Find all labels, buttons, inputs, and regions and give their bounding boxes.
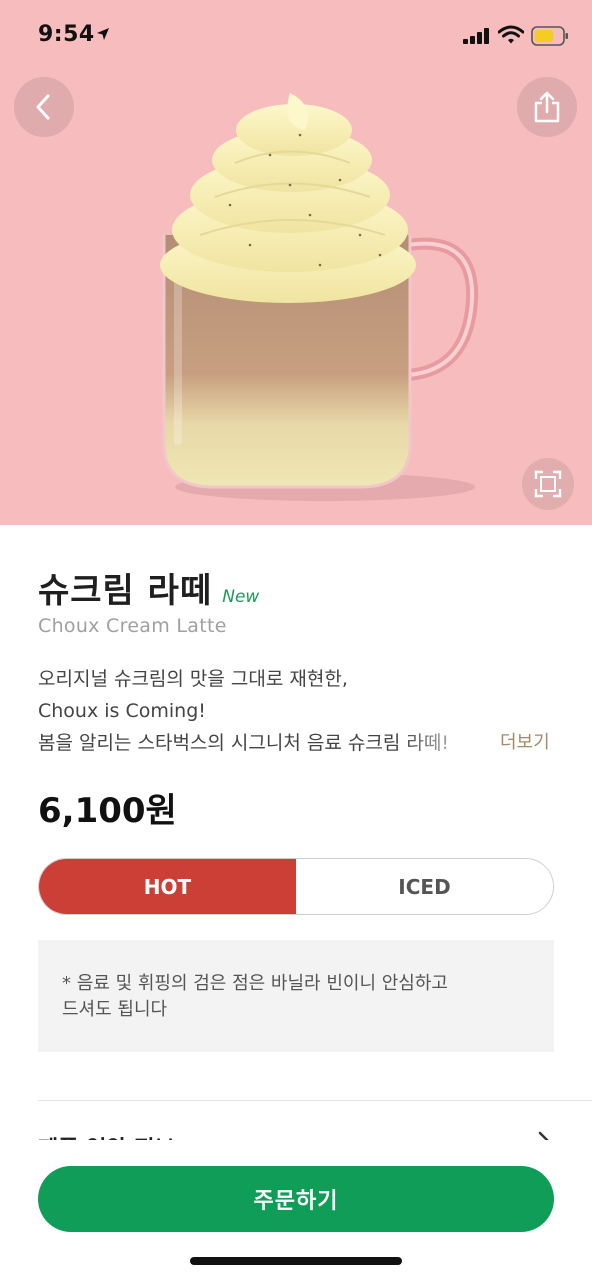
status-time: 9:54 xyxy=(38,22,95,47)
description-fade xyxy=(398,727,498,759)
bottom-bar: 주문하기 xyxy=(0,1140,592,1280)
hero-image-area: 9:54 xyxy=(0,0,592,525)
order-button[interactable]: 주문하기 xyxy=(38,1166,554,1232)
notice-line: * 음료 및 휘핑의 검은 점은 바닐라 빈이니 안심하고 xyxy=(62,973,448,994)
description-line: Choux is Coming! xyxy=(38,700,206,722)
notice-box: * 음료 및 휘핑의 검은 점은 바닐라 빈이니 안심하고 드셔도 됩니다 xyxy=(38,940,554,1052)
product-price: 6,100원 xyxy=(38,791,177,831)
battery-icon xyxy=(531,26,568,46)
zoom-icon xyxy=(534,470,562,498)
wifi-icon xyxy=(498,25,524,44)
share-button[interactable] xyxy=(517,77,577,137)
divider xyxy=(38,1100,592,1101)
back-arrow-icon xyxy=(36,94,50,120)
signal-icon xyxy=(463,28,489,44)
more-link[interactable]: 더보기 xyxy=(500,728,550,754)
temperature-toggle: HOT ICED xyxy=(38,858,554,915)
description-line: 오리지널 슈크림의 맛을 그대로 재현한, xyxy=(38,668,348,690)
product-subtitle: Choux Cream Latte xyxy=(38,615,227,637)
zoom-button[interactable] xyxy=(522,458,574,510)
share-icon xyxy=(534,91,560,123)
iced-option[interactable]: ICED xyxy=(296,859,553,914)
status-bar: 9:54 xyxy=(0,0,592,72)
back-button[interactable] xyxy=(14,77,74,137)
title-row: 슈크림 라떼 New xyxy=(38,563,259,612)
new-badge: New xyxy=(222,587,260,607)
product-description: 오리지널 슈크림의 맛을 그대로 재현한, Choux is Coming! 봄… xyxy=(38,663,508,759)
notice-line: 드셔도 됩니다 xyxy=(62,999,168,1020)
product-image xyxy=(160,93,479,501)
location-arrow-icon xyxy=(97,28,109,40)
product-title: 슈크림 라떼 xyxy=(38,571,213,611)
hot-option[interactable]: HOT xyxy=(39,859,296,914)
product-detail-screen: 9:54 슈크림 라떼 New Choux Cream Latte 오리지널 슈… xyxy=(0,0,592,1280)
home-indicator[interactable] xyxy=(190,1257,402,1265)
